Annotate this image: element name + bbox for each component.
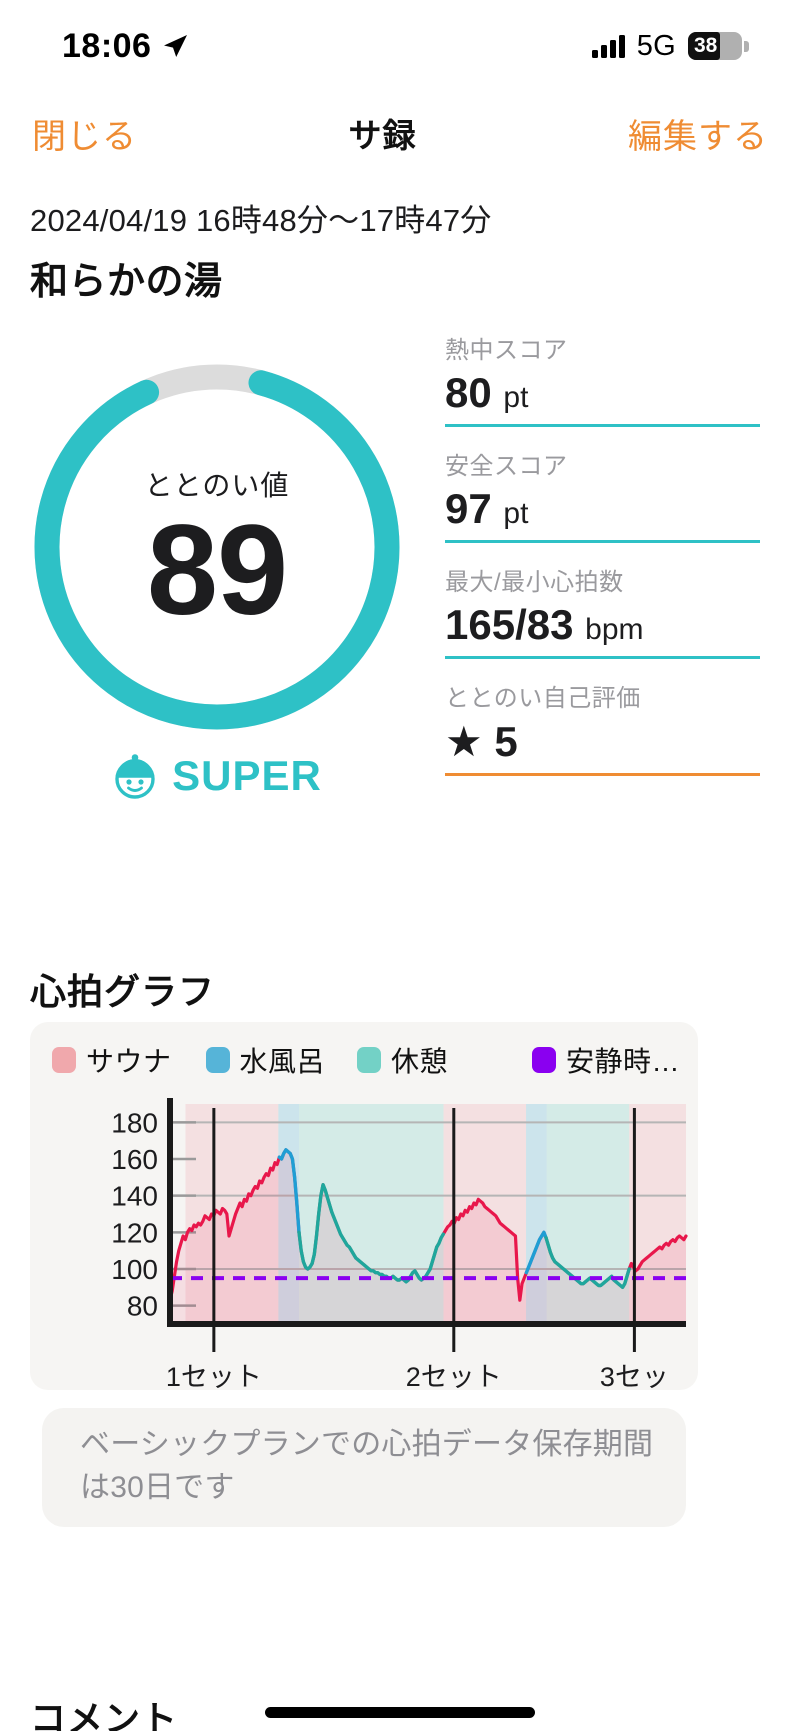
- stat-number: 97: [445, 485, 492, 532]
- stat-underline: [445, 540, 760, 543]
- legend-item: 休憩: [357, 1040, 448, 1080]
- rank-badge: SUPER: [22, 752, 412, 800]
- stat-label: 最大/最小心拍数: [445, 569, 624, 596]
- gauge-label: ととのい値: [144, 470, 290, 501]
- legend-label: 水風呂: [239, 1046, 326, 1077]
- legend-label: サウナ: [86, 1046, 172, 1077]
- stat-underline: [445, 424, 760, 427]
- svg-text:140: 140: [111, 1181, 158, 1212]
- stat-value: 97 pt: [445, 485, 760, 540]
- legend-swatch-coldbath: [205, 1047, 230, 1073]
- network-type-label: 5G: [636, 29, 676, 62]
- svg-text:160: 160: [111, 1144, 158, 1175]
- stat-label: 安全スコア: [445, 453, 568, 480]
- status-bar-left: 18:06: [62, 27, 188, 66]
- cellular-bars-icon: [591, 34, 625, 58]
- chart-plot: 80100120140160180(bpm)1セット2セット3セッ: [30, 1092, 698, 1390]
- heart-rate-chart-card: サウナ 水風呂 休憩 安静時… 80100120140160180(bpm)1セ…: [30, 1022, 698, 1390]
- legend-item: サウナ: [52, 1040, 172, 1080]
- comment-section-heading: コメント: [30, 1698, 179, 1731]
- stat-number: 80: [445, 369, 492, 416]
- stat-unit: pt: [503, 381, 529, 414]
- svg-text:2セット: 2セット: [406, 1362, 502, 1390]
- status-bar: 18:06 5G 38: [0, 0, 800, 92]
- legend-swatch-sauna: [52, 1047, 76, 1073]
- stat-label: ととのい自己評価: [445, 685, 641, 712]
- stat-label: 熱中スコア: [445, 337, 568, 364]
- chart-section-title: 心拍グラフ: [30, 971, 216, 1012]
- svg-text:3セッ: 3セッ: [600, 1362, 669, 1390]
- plan-notice-text: ベーシックプランでの心拍データ保存期間は30日です: [80, 1428, 654, 1504]
- stat-value: 80 pt: [445, 369, 760, 424]
- heart-rate-plot-svg: 80100120140160180(bpm)1セット2セット3セッ: [111, 1098, 688, 1390]
- stat-unit: pt: [503, 497, 529, 530]
- totonoi-gauge: ととのい値 89: [22, 352, 412, 742]
- stat-underline: [445, 656, 760, 659]
- stat-item: 安全スコア 97 pt: [445, 446, 760, 543]
- legend-item: 安静時…: [531, 1040, 680, 1080]
- legend-label: 休憩: [391, 1046, 449, 1077]
- stat-underline: [445, 773, 760, 776]
- battery-percent-label: 38: [694, 34, 718, 57]
- battery-cap: [744, 41, 749, 52]
- legend-label: 安静時…: [565, 1046, 680, 1077]
- sauna-hat-face-icon: [115, 754, 155, 799]
- svg-text:1セット: 1セット: [166, 1362, 262, 1390]
- svg-text:180: 180: [111, 1107, 158, 1138]
- rank-label: SUPER: [172, 752, 322, 799]
- venue-name: 和らかの湯: [30, 261, 223, 303]
- legend-swatch-rest: [357, 1047, 382, 1073]
- stat-number: 165/83: [445, 601, 574, 648]
- page-title: サ録: [348, 117, 417, 154]
- svg-text:100: 100: [111, 1254, 158, 1285]
- home-indicator[interactable]: [265, 1707, 535, 1718]
- stat-item[interactable]: ととのい自己評価 ★ 5: [445, 678, 760, 776]
- stats-panel: 熱中スコア 80 pt 安全スコア 97 pt 最大/最小心拍数 165/83 …: [445, 330, 760, 795]
- gauge-value: 89: [146, 499, 288, 642]
- svg-text:80: 80: [127, 1291, 158, 1322]
- battery-icon: 38: [688, 32, 749, 60]
- plan-notice-banner: ベーシックプランでの心拍データ保存期間は30日です: [42, 1408, 686, 1528]
- status-bar-right: 5G 38: [591, 29, 749, 63]
- edit-button[interactable]: 編集する: [628, 109, 768, 158]
- close-button[interactable]: 閉じる: [32, 109, 137, 158]
- svg-text:120: 120: [111, 1217, 158, 1248]
- session-datetime: 2024/04/19 16時48分～17時47分: [30, 203, 492, 238]
- legend-swatch-resting-hr: [531, 1047, 556, 1073]
- legend-item: 水風呂: [205, 1040, 326, 1080]
- navigation-bar: 閉じる サ録 編集する: [0, 92, 800, 174]
- chart-legend: サウナ 水風呂 休憩 安静時…: [52, 1040, 680, 1080]
- self-rating-value: ★ 5: [445, 718, 518, 765]
- stat-item: 最大/最小心拍数 165/83 bpm: [445, 562, 760, 659]
- stat-value: 165/83 bpm: [445, 601, 760, 656]
- stat-unit: bpm: [585, 613, 644, 646]
- app-screen: 18:06 5G 38 閉じる サ録 編集する 2024/04/19 16時48…: [0, 0, 800, 1731]
- location-arrow-icon: [164, 35, 188, 57]
- stat-item: 熱中スコア 80 pt: [445, 330, 760, 427]
- status-time: 18:06: [62, 26, 152, 65]
